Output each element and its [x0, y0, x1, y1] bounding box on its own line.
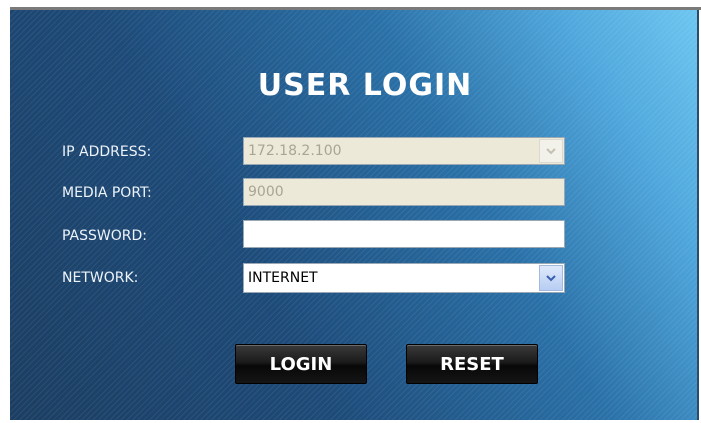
- media-port-field[interactable]: 9000: [243, 178, 565, 206]
- ip-address-value: 172.18.2.100: [248, 143, 342, 159]
- ip-dropdown-button[interactable]: [539, 139, 563, 163]
- network-label: NETWORK:: [62, 270, 139, 286]
- window-left-edge: [0, 10, 10, 423]
- panel-top-border: [10, 7, 701, 10]
- network-dropdown-button[interactable]: [539, 265, 563, 291]
- password-label: PASSWORD:: [62, 228, 147, 244]
- login-button[interactable]: LOGIN: [235, 344, 367, 384]
- login-title: USER LOGIN: [257, 68, 473, 103]
- media-port-label: MEDIA PORT:: [62, 185, 152, 201]
- ip-address-label: IP ADDRESS:: [62, 144, 152, 160]
- chevron-down-icon: [546, 147, 556, 155]
- media-port-value: 9000: [248, 184, 284, 200]
- password-input[interactable]: [243, 220, 565, 248]
- network-select[interactable]: INTERNET: [243, 263, 565, 293]
- ip-address-select[interactable]: 172.18.2.100: [243, 137, 565, 165]
- reset-button[interactable]: RESET: [406, 344, 538, 384]
- network-value: INTERNET: [248, 270, 318, 286]
- chevron-down-icon: [546, 274, 556, 282]
